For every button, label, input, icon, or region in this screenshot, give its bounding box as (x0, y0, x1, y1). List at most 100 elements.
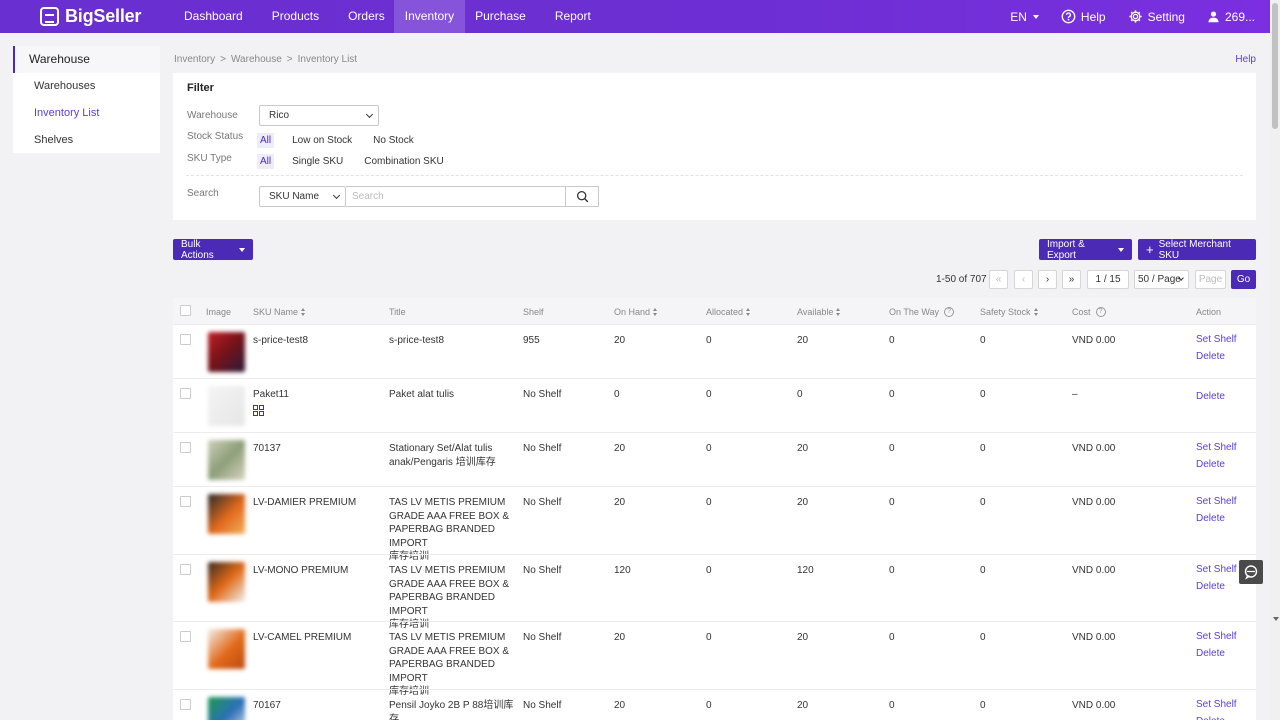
go-button[interactable]: Go (1231, 270, 1256, 289)
chat-support-button[interactable] (1239, 560, 1263, 584)
stock-status-none[interactable]: No Stock (370, 133, 417, 148)
col-available[interactable]: Available (797, 307, 841, 317)
gear-icon (1129, 10, 1142, 23)
col-allocated[interactable]: Allocated (706, 307, 751, 317)
help-menu[interactable]: Help (1061, 9, 1106, 24)
stock-status-all[interactable]: All (257, 133, 275, 148)
table-row: LV-CAMEL PREMIUM TAS LV METIS PREMIUM GRAD… (173, 621, 1256, 697)
logo-icon (40, 7, 59, 26)
breadcrumb-item[interactable]: Inventory (174, 54, 215, 65)
delete-link[interactable]: Delete (1196, 351, 1225, 362)
cell-available: 20 (797, 497, 809, 508)
select-merchant-sku-button[interactable]: + Select Merchant SKU (1138, 239, 1256, 261)
product-image[interactable] (208, 440, 245, 480)
delete-link[interactable]: Delete (1196, 459, 1225, 470)
cell-cost: VND 0.00 (1072, 632, 1116, 643)
row-checkbox[interactable] (180, 334, 191, 345)
row-checkbox[interactable] (180, 631, 191, 642)
sort-icon[interactable] (301, 307, 306, 317)
set-shelf-link[interactable]: Set Shelf (1196, 496, 1237, 507)
bulk-actions-label: Bulk Actions (181, 238, 214, 261)
sku-type-combination[interactable]: Combination SKU (361, 154, 446, 169)
nav-inventory[interactable]: Inventory (393, 0, 466, 33)
sku-type-single[interactable]: Single SKU (289, 154, 346, 169)
delete-link[interactable]: Delete (1196, 648, 1225, 659)
product-image[interactable] (208, 562, 245, 602)
select-all-checkbox[interactable] (180, 305, 191, 316)
delete-link[interactable]: Delete (1196, 391, 1225, 402)
table-row: LV-MONO PREMIUM TAS LV METIS PREMIUM GRADE… (173, 554, 1256, 630)
setting-menu[interactable]: Setting (1128, 9, 1185, 24)
col-sku-name[interactable]: SKU Name (253, 307, 306, 317)
question-mark-icon[interactable]: ? (1095, 307, 1106, 317)
delete-link[interactable]: Delete (1196, 513, 1225, 524)
breadcrumb-item[interactable]: Warehouse (231, 54, 282, 65)
row-checkbox[interactable] (180, 564, 191, 575)
set-shelf-link[interactable]: Set Shelf (1196, 334, 1237, 345)
sidebar-item-inventory-list[interactable]: Inventory List (13, 100, 160, 127)
delete-link[interactable]: Delete (1196, 581, 1225, 592)
per-page-select[interactable]: 50 / Page (1134, 270, 1189, 289)
set-shelf-link[interactable]: Set Shelf (1196, 699, 1237, 710)
search-button[interactable] (565, 186, 599, 207)
double-chevron-left-icon: « (995, 274, 1002, 285)
first-page-button[interactable]: « (989, 270, 1008, 289)
cell-allocated: 0 (706, 700, 712, 711)
nav-purchase[interactable]: Purchase (465, 0, 536, 33)
nav-report[interactable]: Report (545, 0, 601, 33)
page-jump-input[interactable]: Page (1195, 270, 1226, 289)
set-shelf-link[interactable]: Set Shelf (1196, 442, 1237, 453)
nav-orders[interactable]: Orders (338, 0, 395, 33)
scroll-down-arrow-icon[interactable] (1273, 617, 1279, 621)
sort-icon[interactable] (746, 307, 751, 317)
page-scrollbar[interactable] (1270, 0, 1280, 720)
row-checkbox[interactable] (180, 388, 191, 399)
search-input[interactable]: Search (346, 186, 566, 207)
bigseller-logo[interactable]: BigSeller (40, 0, 174, 33)
last-page-button[interactable]: » (1062, 270, 1081, 289)
product-image[interactable] (208, 629, 245, 669)
sort-icon[interactable] (653, 307, 658, 317)
row-checkbox[interactable] (180, 496, 191, 507)
scrollbar-thumb[interactable] (1272, 3, 1278, 129)
import-export-button[interactable]: Import & Export (1039, 239, 1132, 261)
nav-products[interactable]: Products (262, 0, 329, 33)
product-image[interactable] (208, 332, 245, 372)
cell-shelf: No Shelf (523, 632, 562, 643)
row-checkbox[interactable] (180, 442, 191, 453)
bulk-actions-button[interactable]: Bulk Actions (173, 238, 253, 261)
sidebar-item-shelves[interactable]: Shelves (13, 127, 160, 154)
row-checkbox[interactable] (180, 699, 191, 710)
warehouse-select[interactable]: Rico (259, 105, 379, 126)
set-shelf-link[interactable]: Set Shelf (1196, 631, 1237, 642)
cell-cost: VND 0.00 (1072, 565, 1116, 576)
sidebar-title[interactable]: Warehouse (13, 46, 160, 73)
sidebar-item-warehouses[interactable]: Warehouses (13, 73, 160, 100)
question-mark-icon[interactable]: ? (944, 307, 955, 317)
page-help-link[interactable]: Help (1235, 54, 1256, 65)
cell-on-the-way: 0 (889, 565, 895, 576)
language-dropdown[interactable]: EN (1010, 10, 1039, 24)
delete-link[interactable]: Delete (1196, 716, 1225, 720)
col-safety-stock[interactable]: Safety Stock (980, 307, 1039, 317)
product-image[interactable] (208, 494, 245, 534)
product-image[interactable] (208, 386, 245, 426)
user-menu[interactable]: 269... (1207, 10, 1255, 24)
search-field-select[interactable]: SKU Name (259, 186, 346, 207)
cell-shelf: 955 (523, 335, 540, 346)
brand-name: BigSeller (65, 6, 142, 26)
stock-status-low[interactable]: Low on Stock (289, 133, 355, 148)
col-on-hand[interactable]: On Hand (614, 307, 658, 317)
prev-page-button[interactable]: ‹ (1014, 270, 1033, 289)
col-shelf: Shelf (523, 307, 544, 317)
sku-type-all[interactable]: All (257, 154, 275, 169)
sku-type-label: SKU Type (187, 153, 232, 164)
cell-allocated: 0 (706, 497, 712, 508)
product-image[interactable] (208, 697, 245, 720)
sort-icon[interactable] (1033, 307, 1039, 317)
set-shelf-link[interactable]: Set Shelf (1196, 564, 1237, 575)
cell-on-the-way: 0 (889, 335, 895, 346)
next-page-button[interactable]: › (1038, 270, 1057, 289)
sort-icon[interactable] (836, 307, 841, 317)
nav-dashboard[interactable]: Dashboard (174, 0, 253, 33)
